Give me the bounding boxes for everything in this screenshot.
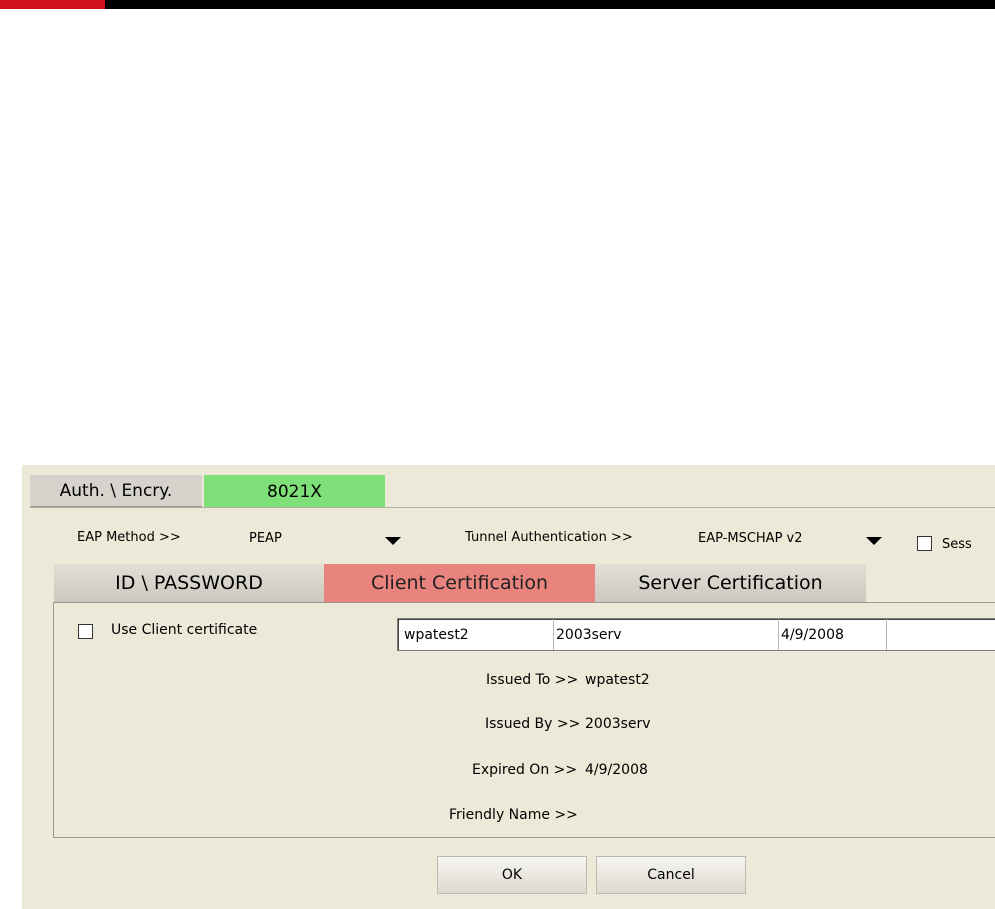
tab-8021x[interactable]: 8021X [204, 475, 385, 508]
tab-id-password[interactable]: ID \ PASSWORD [54, 564, 324, 602]
eap-method-value: PEAP [249, 531, 282, 546]
settings-panel: Auth. \ Encry. 8021X EAP Method >> PEAP … [22, 465, 995, 909]
eap-method-dropdown[interactable]: PEAP [242, 523, 412, 553]
cancel-button[interactable]: Cancel [596, 856, 746, 894]
issued-by-value: 2003serv [585, 716, 651, 732]
use-client-cert-label: Use Client certificate [111, 622, 258, 638]
column-divider [778, 619, 779, 650]
cert-list[interactable]: wpatest2 2003serv 4/9/2008 [397, 618, 995, 651]
expired-on-value: 4/9/2008 [585, 762, 648, 778]
column-divider [886, 619, 887, 650]
tunnel-auth-value: EAP-MSCHAP v2 [698, 531, 803, 546]
top-banner-accent [0, 0, 105, 9]
issued-to-label: Issued To >> [486, 672, 579, 688]
cert-issued-to-cell: wpatest2 [404, 627, 469, 643]
cert-expired-cell: 4/9/2008 [781, 627, 844, 643]
eap-method-label: EAP Method >> [77, 530, 181, 545]
ok-button[interactable]: OK [437, 856, 587, 894]
tab-divider [30, 507, 995, 508]
friendly-name-label: Friendly Name >> [449, 807, 578, 823]
tab-auth-encryption[interactable]: Auth. \ Encry. [30, 475, 202, 508]
chevron-down-icon [866, 537, 882, 545]
session-label: Sess [942, 537, 972, 552]
cert-list-row[interactable]: wpatest2 2003serv 4/9/2008 [398, 619, 995, 650]
tab-server-certification[interactable]: Server Certification [595, 564, 866, 602]
tunnel-auth-label: Tunnel Authentication >> [465, 530, 633, 545]
issued-to-value: wpatest2 [585, 672, 650, 688]
top-banner [0, 0, 995, 9]
tab-client-certification[interactable]: Client Certification [324, 564, 595, 602]
tunnel-auth-dropdown[interactable]: EAP-MSCHAP v2 [692, 523, 892, 553]
cert-issued-by-cell: 2003serv [556, 627, 622, 643]
use-client-cert-checkbox[interactable] [78, 624, 93, 639]
expired-on-label: Expired On >> [472, 762, 578, 778]
session-checkbox[interactable] [917, 536, 932, 551]
column-divider [553, 619, 554, 650]
chevron-down-icon [385, 537, 401, 545]
issued-by-label: Issued By >> [485, 716, 581, 732]
